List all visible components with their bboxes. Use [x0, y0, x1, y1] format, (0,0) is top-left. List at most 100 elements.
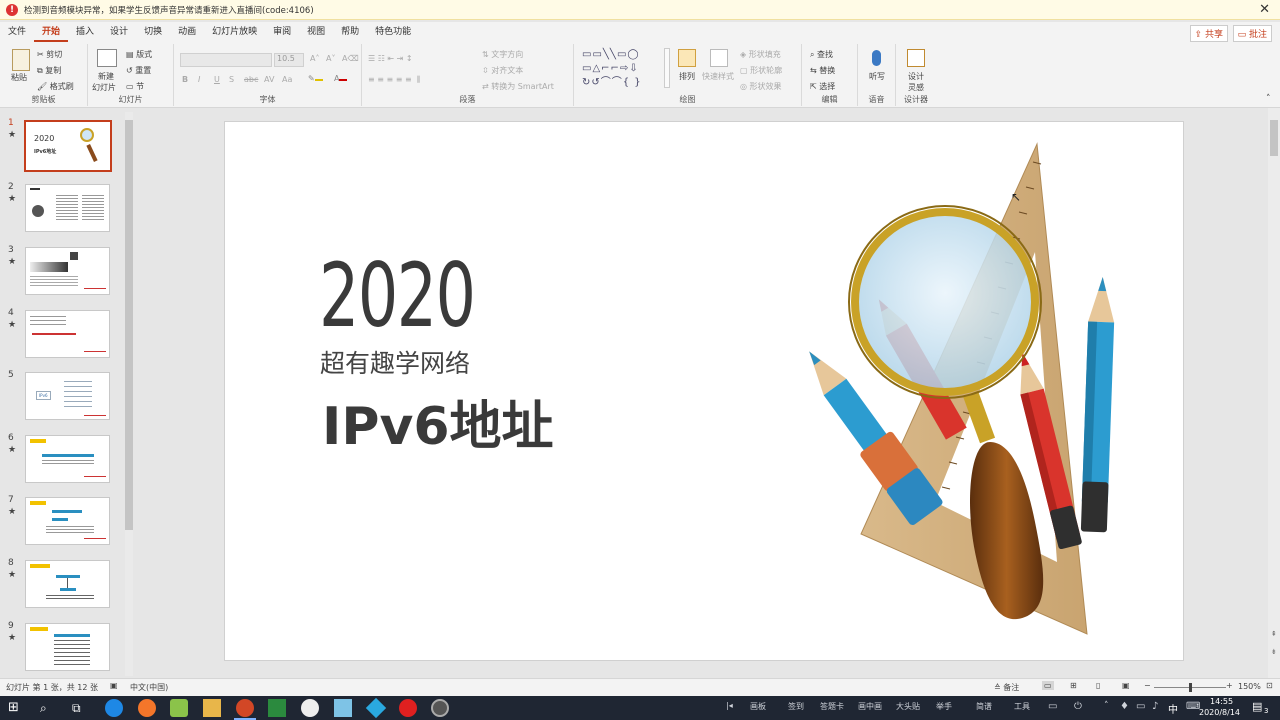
- file-explorer-icon[interactable]: [203, 699, 221, 717]
- new-slide-label-2[interactable]: 幻灯片: [92, 82, 116, 93]
- slide-thumbnail-4[interactable]: [25, 310, 110, 358]
- arrange-icon[interactable]: [678, 49, 696, 67]
- slide-canvas[interactable]: 2020 超有趣学网络 IPv6地址 ↖: [224, 121, 1184, 661]
- notification-icon[interactable]: ▤: [1252, 700, 1262, 713]
- task-view-icon[interactable]: ⧉: [72, 699, 90, 717]
- tray-item-picture-in-picture[interactable]: 画中画: [858, 701, 882, 712]
- tray-item-raise-hand[interactable]: 举手: [936, 701, 952, 712]
- new-slide-label-1[interactable]: 新建: [98, 71, 114, 82]
- highlight-button[interactable]: ✎: [308, 74, 323, 83]
- tray-item-checkin[interactable]: 签到: [788, 701, 804, 712]
- magnifier-pencils-illustration[interactable]: [795, 142, 1175, 642]
- slide-thumbnail-2[interactable]: [25, 184, 110, 232]
- slide-scrollbar[interactable]: ⇞ ⇟: [1268, 108, 1280, 678]
- zoom-slider-thumb[interactable]: [1189, 683, 1192, 692]
- find-button[interactable]: ⌕ 查找: [810, 49, 833, 60]
- tab-transitions[interactable]: 切换: [136, 22, 170, 42]
- network-icon[interactable]: ▭: [1136, 701, 1145, 712]
- tab-file[interactable]: 文件: [0, 22, 34, 42]
- tray-collapse-icon[interactable]: |◂: [726, 701, 733, 710]
- accessibility-icon[interactable]: ▣: [110, 681, 118, 690]
- tray-item-answer-card[interactable]: 答题卡: [820, 701, 844, 712]
- notes-button[interactable]: ≙ 备注: [994, 682, 1019, 693]
- clear-format-button[interactable]: A⌫: [342, 54, 359, 63]
- reset-button[interactable]: ↺ 重置: [126, 65, 151, 76]
- dictate-button[interactable]: 听写: [869, 71, 885, 82]
- microphone-icon[interactable]: [872, 50, 881, 66]
- slide-thumbnail-9[interactable]: [25, 623, 110, 671]
- zoom-in-icon[interactable]: +: [1226, 681, 1233, 690]
- thumbnail-scroll-thumb[interactable]: [125, 120, 133, 530]
- slide-thumbnail-5[interactable]: IPv6: [25, 372, 110, 420]
- spacing-button[interactable]: AV: [264, 75, 274, 84]
- clock-date[interactable]: 2020/8/14: [1199, 708, 1240, 717]
- language-indicator[interactable]: 中文(中国): [130, 682, 168, 693]
- paste-icon[interactable]: [12, 49, 30, 71]
- search-icon[interactable]: ⌕: [40, 699, 58, 717]
- normal-view-icon[interactable]: ▭: [1042, 681, 1054, 690]
- slide-thumbnail-1[interactable]: 2020 IPv6地址: [24, 120, 112, 172]
- copy-button[interactable]: ⧉ 复制: [37, 65, 61, 76]
- volume-icon[interactable]: ♪: [1152, 701, 1158, 712]
- case-button[interactable]: Aa: [282, 75, 292, 84]
- clock-time[interactable]: 14:55: [1210, 697, 1233, 706]
- slide-title[interactable]: IPv6地址: [322, 384, 554, 459]
- reading-view-icon[interactable]: ▯: [1096, 681, 1100, 690]
- thumbnail-scrollbar[interactable]: [125, 112, 133, 676]
- italic-button[interactable]: I: [198, 75, 200, 84]
- bullets-button[interactable]: ☰ ☷ ⇤ ⇥ ↕: [368, 54, 413, 63]
- shadow-button[interactable]: S: [229, 75, 234, 84]
- slide-scroll-thumb[interactable]: [1270, 120, 1278, 156]
- slide-thumbnail-8[interactable]: [25, 560, 110, 608]
- collapse-ribbon-icon[interactable]: ˄: [1266, 94, 1271, 104]
- grow-font-button[interactable]: A˄: [310, 54, 319, 63]
- ime-indicator[interactable]: 中: [1168, 701, 1178, 716]
- paste-button[interactable]: 粘贴: [11, 72, 27, 83]
- tab-insert[interactable]: 插入: [68, 22, 102, 42]
- design-ideas-icon[interactable]: [907, 49, 925, 67]
- arrange-button[interactable]: 排列: [679, 71, 695, 82]
- shape-outline-button[interactable]: ▢ 形状轮廓: [740, 65, 782, 76]
- shapes-gallery[interactable]: ▭▭╲╲▭◯ ▭△⌐⌐⇨⇩ ↻↺⌒⌒{ }: [582, 48, 662, 90]
- font-color-button[interactable]: A: [334, 74, 348, 83]
- video-icon[interactable]: ▭: [1048, 701, 1057, 712]
- slide-sorter-icon[interactable]: ⊞: [1070, 681, 1077, 690]
- tab-features[interactable]: 特色功能: [367, 22, 419, 42]
- prev-slide-icon[interactable]: ⇞: [1271, 630, 1277, 638]
- powerpoint-icon[interactable]: [236, 699, 254, 717]
- tab-slideshow[interactable]: 幻灯片放映: [204, 22, 265, 42]
- font-size-select[interactable]: 10.5: [274, 53, 304, 67]
- tray-overflow-icon[interactable]: ˄: [1104, 701, 1109, 711]
- tray-item-tools[interactable]: 工具: [1014, 701, 1030, 712]
- python-icon[interactable]: [268, 699, 286, 717]
- share-button[interactable]: ⇪ 共享: [1189, 25, 1228, 42]
- zoom-level[interactable]: 150%: [1238, 682, 1261, 691]
- fit-slide-icon[interactable]: ⊡: [1266, 681, 1273, 690]
- quick-styles-icon[interactable]: [710, 49, 728, 67]
- layout-button[interactable]: ▤ 版式: [126, 49, 152, 60]
- shape-fill-button[interactable]: ◈ 形状填充: [740, 49, 781, 60]
- section-button[interactable]: ▭ 节: [126, 81, 144, 92]
- tab-help[interactable]: 帮助: [333, 22, 367, 42]
- slide-subtitle[interactable]: 超有趣学网络: [320, 344, 470, 380]
- app-icon[interactable]: [301, 699, 319, 717]
- tray-item-sticker[interactable]: 大头贴: [896, 701, 920, 712]
- comments-button[interactable]: ▭ 批注: [1232, 25, 1272, 42]
- app-icon[interactable]: [365, 697, 387, 719]
- app-icon[interactable]: [431, 699, 449, 717]
- tab-view[interactable]: 视图: [299, 22, 333, 42]
- cut-button[interactable]: ✂ 剪切: [37, 49, 62, 60]
- power-icon[interactable]: ⏻: [1074, 701, 1082, 712]
- replace-button[interactable]: ⇆ 替换: [810, 65, 835, 76]
- align-buttons[interactable]: ≡ ≡ ≡ ≡ ≡ ⫼: [368, 75, 420, 85]
- windows-start-icon[interactable]: ⊞: [8, 699, 26, 717]
- app-icon[interactable]: [334, 699, 352, 717]
- slideshow-icon[interactable]: ▣: [1122, 681, 1130, 690]
- shapes-gallery-scroll[interactable]: [664, 48, 670, 88]
- tab-design[interactable]: 设计: [102, 22, 136, 42]
- app-icon[interactable]: [170, 699, 188, 717]
- tab-home[interactable]: 开始: [34, 22, 69, 42]
- strike-button[interactable]: abc: [244, 75, 258, 84]
- quick-styles-button[interactable]: 快速样式: [702, 71, 734, 82]
- zoom-out-icon[interactable]: −: [1144, 681, 1151, 690]
